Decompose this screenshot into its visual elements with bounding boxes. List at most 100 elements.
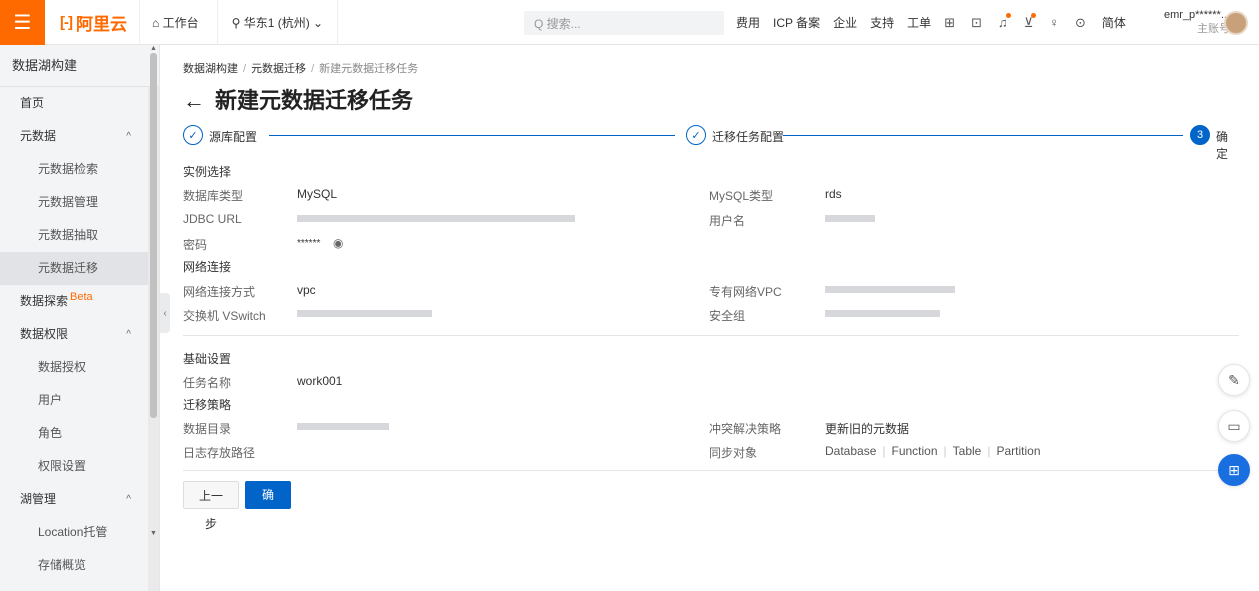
sidebar-title: 数据湖构建 xyxy=(0,45,159,87)
conflict-strategy-value: 更新旧的元数据 xyxy=(825,422,910,436)
account-name: emr_p******... xyxy=(1163,9,1230,21)
data-dir-label: 数据目录 xyxy=(183,422,232,436)
top-link-fee[interactable]: 费用 xyxy=(736,14,760,31)
sidebar-item-label: 角色 xyxy=(38,426,63,440)
scroll-up-icon[interactable]: ▲ xyxy=(150,45,157,52)
sync-option-table: Table xyxy=(952,444,982,458)
sidebar-item-label: 存储概览 xyxy=(38,558,87,572)
section-instance-title: 实例选择 xyxy=(183,165,232,179)
notification-dot xyxy=(1005,13,1011,18)
app-switch-icon[interactable]: ⊞ xyxy=(944,15,955,31)
top-link-enterprise[interactable]: 企业 xyxy=(833,14,857,31)
section-network-title: 网络连接 xyxy=(183,260,232,274)
sidebar-item-data-authorize[interactable]: 数据授权 xyxy=(0,351,159,384)
hamburger-menu-button[interactable]: ☰ xyxy=(0,0,45,45)
breadcrumb-separator: / xyxy=(243,63,247,75)
sidebar-item-label: Location托管 xyxy=(38,525,108,539)
hamburger-icon: ☰ xyxy=(13,11,32,34)
sidebar-item-metadata-manage[interactable]: 元数据管理 xyxy=(0,186,159,219)
account-info[interactable]: emr_p******... 主账号 xyxy=(1150,8,1230,36)
breadcrumb-item[interactable]: 数据湖构建 xyxy=(183,63,238,75)
cart-icon[interactable]: ⊻ xyxy=(1024,12,1037,31)
top-link-support[interactable]: 支持 xyxy=(870,14,894,31)
password-label: 密码 xyxy=(183,238,208,252)
sidebar-item-home[interactable]: 首页 xyxy=(0,87,159,120)
region-selector[interactable]: ⚲ 华东1 (杭州) ⌄ xyxy=(216,0,339,45)
task-name-value: work001 xyxy=(297,374,343,388)
section-divider xyxy=(183,470,1239,471)
sidebar-group-lake-manage[interactable]: 湖管理 ^ xyxy=(0,483,159,516)
data-dir-redacted xyxy=(297,423,389,430)
password-value: ****** xyxy=(297,238,321,249)
task-name-label: 任务名称 xyxy=(183,376,232,390)
language-switch[interactable]: 简体 xyxy=(1102,14,1126,31)
top-link-ticket[interactable]: 工单 xyxy=(907,14,931,31)
step-indicator: ✓ 源库配置 ✓ 迁移任务配置 3 确定 xyxy=(183,125,1239,161)
sidebar-item-label: 元数据管理 xyxy=(38,195,99,209)
avatar[interactable] xyxy=(1224,11,1248,35)
vpc-label: 专有网络VPC xyxy=(709,285,782,299)
scroll-down-icon[interactable]: ▼ xyxy=(150,530,157,537)
top-link-icp[interactable]: ICP 备案 xyxy=(773,14,820,31)
confirm-button[interactable]: 确定 xyxy=(245,481,291,530)
apps-float-button[interactable]: ⊞ xyxy=(1218,454,1250,486)
sidebar-item-label: 元数据迁移 xyxy=(38,261,99,275)
sidebar-item-storage-overview[interactable]: 存储概览 xyxy=(0,549,159,582)
prev-step-button[interactable]: 上一步 xyxy=(183,481,239,531)
security-group-redacted xyxy=(825,310,940,317)
username-label: 用户名 xyxy=(709,214,746,228)
sidebar-item-location-hosting[interactable]: Location托管 xyxy=(0,516,159,549)
sidebar-item-metadata-migrate[interactable]: 元数据迁移 xyxy=(0,252,159,285)
sidebar-item-roles[interactable]: 角色 xyxy=(0,417,159,450)
sidebar-item-metadata-search[interactable]: 元数据检索 xyxy=(0,153,159,186)
sync-object-list: Database | Function | Table | Partition xyxy=(825,444,1041,458)
feedback-float-button[interactable]: ▭ xyxy=(1218,410,1250,442)
section-strategy-title: 迁移策略 xyxy=(183,398,232,412)
eye-icon[interactable]: ◉ xyxy=(333,236,343,250)
step-3-label: 确定 xyxy=(1216,130,1229,161)
sync-separator: | xyxy=(987,444,991,458)
chevron-up-icon: ^ xyxy=(126,329,131,340)
workbench-link[interactable]: ⌂ 工作台 xyxy=(140,0,211,45)
sidebar-item-label: 首页 xyxy=(20,96,45,110)
page-title: ← 新建元数据迁移任务 xyxy=(183,83,413,115)
sidebar-group-data-permission[interactable]: 数据权限 ^ xyxy=(0,318,159,351)
step-2-check-icon: ✓ xyxy=(686,125,706,145)
sidebar-item-label: 元数据抽取 xyxy=(38,228,99,242)
sidebar-group-metadata[interactable]: 元数据 ^ xyxy=(0,120,159,153)
db-type-label: 数据库类型 xyxy=(183,189,244,203)
jdbc-url-label: JDBC URL xyxy=(183,212,242,226)
mysql-type-value: rds xyxy=(825,187,842,201)
sidebar-item-label: 用户 xyxy=(38,393,63,407)
terminal-icon[interactable]: ⊡ xyxy=(971,15,982,31)
step-1-check-icon: ✓ xyxy=(183,125,203,145)
cart-dot xyxy=(1031,12,1037,18)
sync-separator: | xyxy=(943,444,947,458)
sidebar-item-label: 数据探索 xyxy=(20,294,69,308)
page-title-text: 新建元数据迁移任务 xyxy=(215,88,414,113)
beta-badge: Beta xyxy=(70,291,93,303)
sidebar-item-metadata-extract[interactable]: 元数据抽取 xyxy=(0,219,159,252)
back-arrow-icon[interactable]: ← xyxy=(183,88,205,113)
help-icon[interactable]: ⊙ xyxy=(1075,15,1086,31)
section-basic-title: 基础设置 xyxy=(183,352,232,366)
pencil-icon: ✎ xyxy=(1228,371,1240,388)
lightbulb-icon[interactable]: ♀ xyxy=(1049,15,1059,30)
sidebar-item-users[interactable]: 用户 xyxy=(0,384,159,417)
bell-icon[interactable]: ♫ xyxy=(998,13,1011,30)
edit-float-button[interactable]: ✎ xyxy=(1218,364,1250,396)
account-type: 主账号 xyxy=(1197,23,1230,35)
sidebar-item-label: 权限设置 xyxy=(38,459,87,473)
breadcrumb-current: 新建元数据迁移任务 xyxy=(319,63,419,75)
sidebar-scroll-thumb[interactable] xyxy=(150,53,157,418)
network-mode-label: 网络连接方式 xyxy=(183,285,256,299)
vswitch-label: 交换机 VSwitch xyxy=(183,309,266,323)
sidebar-item-permission-settings[interactable]: 权限设置 xyxy=(0,450,159,483)
top-search-input[interactable]: Q 搜索... xyxy=(524,11,724,35)
sidebar: 数据湖构建 首页 元数据 ^ 元数据检索 元数据管理 元数据抽取 元数据迁移 数据… xyxy=(0,45,160,591)
sidebar-collapse-button[interactable]: ‹ xyxy=(160,293,170,333)
sidebar-item-data-explore[interactable]: 数据探索 Beta xyxy=(0,285,159,318)
aliyun-logo[interactable]: [-] 阿里云 xyxy=(45,0,140,45)
chevron-up-icon: ^ xyxy=(126,494,131,505)
breadcrumb-item[interactable]: 元数据迁移 xyxy=(251,63,306,75)
